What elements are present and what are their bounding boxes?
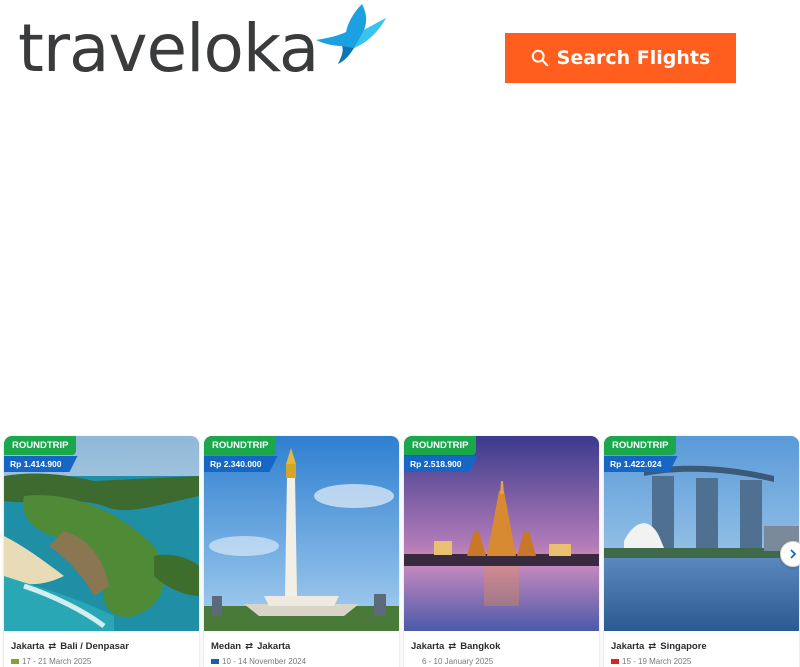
travel-dates: 17 - 21 March 2025 (11, 657, 91, 666)
card-info: Medan ⇄ Jakarta 10 - 14 November 2024 (204, 631, 399, 667)
airline-logo-icon (211, 659, 219, 665)
traveloka-logo[interactable]: traveloka (18, 2, 398, 94)
origin-city: Jakarta (11, 641, 45, 652)
travel-dates: 15 - 19 March 2025 (611, 657, 691, 666)
airline-logo-icon (611, 659, 619, 665)
search-flights-button[interactable]: Search Flights (505, 33, 736, 83)
price-badge: Rp 2.518.900 (404, 456, 478, 472)
airline-logo-icon (411, 659, 419, 665)
deal-card-bali[interactable]: ROUNDTRIP Rp 1.414.900 Jakarta ⇄ Bali / De… (4, 436, 199, 667)
airline-logo-icon (11, 659, 19, 665)
search-icon (531, 49, 548, 67)
card-info: Jakarta ⇄ Bangkok 6 - 10 January 2025 (404, 631, 599, 667)
origin-city: Medan (211, 641, 242, 652)
swap-arrows-icon: ⇄ (648, 641, 657, 652)
destination-city: Singapore (660, 641, 707, 652)
roundtrip-badge: ROUNDTRIP (204, 436, 277, 455)
card-info: Jakarta ⇄ Bali / Denpasar 17 - 21 March 20… (4, 631, 199, 667)
flight-deals-carousel: ROUNDTRIP Rp 1.414.900 Jakarta ⇄ Bali / De… (4, 436, 800, 667)
bird-logo-icon (316, 4, 386, 64)
price-badge: Rp 1.422.024 (604, 456, 678, 472)
roundtrip-badge: ROUNDTRIP (4, 436, 77, 455)
date-range: 17 - 21 March 2025 (22, 657, 92, 666)
route: Medan ⇄ Jakarta (211, 641, 290, 652)
travel-dates: 6 - 10 January 2025 (411, 657, 493, 666)
travel-dates: 10 - 14 November 2024 (211, 657, 306, 666)
deal-card-singapore[interactable]: ROUNDTRIP Rp 1.422.024 Jakarta ⇄ Singapore… (604, 436, 799, 667)
date-range: 10 - 14 November 2024 (222, 657, 307, 666)
card-info: Jakarta ⇄ Singapore 15 - 19 March 2025 (604, 631, 799, 667)
price-badge: Rp 2.340.000 (204, 456, 278, 472)
destination-city: Jakarta (257, 641, 291, 652)
price-badge: Rp 1.414.900 (4, 456, 78, 472)
date-range: 6 - 10 January 2025 (422, 657, 494, 666)
origin-city: Jakarta (411, 641, 445, 652)
deal-card-jakarta[interactable]: ROUNDTRIP Rp 2.340.000 Medan ⇄ Jakarta 10 … (204, 436, 399, 667)
deal-card-bangkok[interactable]: ROUNDTRIP Rp 2.518.900 Jakarta ⇄ Bangkok 6… (404, 436, 599, 667)
route: Jakarta ⇄ Bali / Denpasar (11, 641, 129, 652)
roundtrip-badge: ROUNDTRIP (604, 436, 677, 455)
route: Jakarta ⇄ Singapore (611, 641, 707, 652)
route: Jakarta ⇄ Bangkok (411, 641, 500, 652)
carousel-next-button[interactable] (780, 541, 800, 567)
destination-city: Bangkok (460, 641, 501, 652)
swap-arrows-icon: ⇄ (48, 641, 57, 652)
date-range: 15 - 19 March 2025 (622, 657, 692, 666)
swap-arrows-icon: ⇄ (245, 641, 254, 652)
swap-arrows-icon: ⇄ (448, 641, 457, 652)
logo-wordmark: traveloka (18, 10, 319, 87)
roundtrip-badge: ROUNDTRIP (404, 436, 477, 455)
page: traveloka Search Flights ROUNDTRIP Rp 1.… (0, 0, 800, 667)
origin-city: Jakarta (611, 641, 645, 652)
search-flights-label: Search Flights (556, 47, 711, 69)
chevron-right-icon (790, 549, 797, 559)
destination-city: Bali / Denpasar (60, 641, 129, 652)
